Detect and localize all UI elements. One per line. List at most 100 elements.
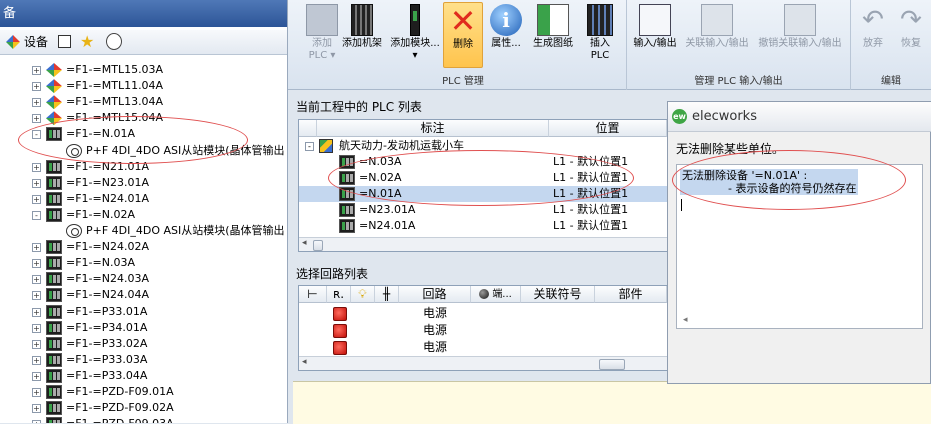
star-icon[interactable]: ★	[80, 32, 94, 51]
collapse-icon[interactable]: -	[305, 142, 314, 151]
expand-icon[interactable]: +	[32, 404, 41, 414]
expand-icon[interactable]: +	[32, 66, 41, 75]
tree-item[interactable]: P+F 4DI_4DO ASI从站模块(晶体管输出	[0, 143, 287, 159]
tree-item[interactable]: - =F1-=N.02A	[0, 207, 287, 223]
tree-item[interactable]: + =F1-=N.03A	[0, 255, 287, 271]
plc-rack-icon	[339, 187, 355, 201]
plc-rack-icon	[46, 417, 62, 423]
column-header-mark[interactable]: 标注	[317, 120, 549, 137]
scroll-left-icon[interactable]: ◂	[302, 238, 307, 248]
circuit-list[interactable]: ⊢ ʀ. 💡︎ ╫ 回路 端... 关联符号 部件 电源 电源 电源 ◂	[298, 285, 668, 371]
circuit-row[interactable]: 电源	[299, 322, 667, 339]
circuit-row[interactable]: 电源	[299, 339, 667, 356]
tree-item[interactable]: + =F1-=P34.01A	[0, 320, 287, 336]
plc-row[interactable]: =N.03A L1 - 默认位置1	[299, 154, 667, 170]
tree-item[interactable]: P+F 4DI_4DO ASI从站模块(晶体管输出	[0, 223, 287, 239]
tree-item[interactable]: + =F1-=P33.01A	[0, 304, 287, 320]
scrollbar-thumb[interactable]	[599, 359, 625, 370]
associate-io-button[interactable]: 关联输入/输出	[681, 2, 753, 70]
expand-icon[interactable]: +	[32, 291, 41, 301]
column-header-part[interactable]: 部件	[595, 286, 667, 303]
expand-icon[interactable]: +	[32, 355, 41, 365]
tree-item[interactable]: + =F1-=PZD-F09.01A	[0, 384, 287, 400]
plc-row[interactable]: =N24.01A L1 - 默认位置1	[299, 218, 667, 234]
expand-icon[interactable]: +	[32, 178, 41, 188]
tree-item-label: =F1-=PZD-F09.02A	[66, 401, 174, 415]
device-tab-label[interactable]: 设备	[24, 34, 48, 51]
redo-button[interactable]: ↷ 恢复	[893, 2, 929, 70]
plc-row[interactable]: =N23.01A L1 - 默认位置1	[299, 202, 667, 218]
column-header-circuit[interactable]: 回路	[399, 286, 471, 303]
add-module-button[interactable]: 添加模块... ▾	[388, 2, 442, 70]
tree-item[interactable]: + =F1-=PZD-F09.02A	[0, 400, 287, 416]
add-plc-button[interactable]: 添加 PLC ▾	[302, 2, 342, 70]
tree-item[interactable]: + =F1-=MTL13.04A	[0, 94, 287, 110]
tree-item[interactable]: + =F1-=MTL15.03A	[0, 62, 287, 78]
tree-item-label: =F1-=MTL15.03A	[66, 63, 164, 76]
expand-icon[interactable]: +	[32, 323, 41, 333]
filter-icon[interactable]	[106, 33, 122, 50]
status-error-icon	[333, 324, 347, 338]
tree-item[interactable]: + =F1-=N24.03A	[0, 271, 287, 287]
tree-item[interactable]: - =F1-=N.01A	[0, 126, 287, 142]
tree-item[interactable]: + =F1-=N21.01A	[0, 159, 287, 175]
expand-icon[interactable]: +	[32, 162, 41, 172]
ribbon-group-io: 输入/输出 关联输入/输出 撤销关联输入/输出 管理 PLC 输入/输出	[627, 0, 851, 90]
collapse-icon[interactable]: -	[32, 130, 41, 140]
tree-item[interactable]: + =F1-=N24.04A	[0, 287, 287, 303]
expand-icon[interactable]: +	[32, 194, 41, 204]
expand-icon[interactable]: +	[32, 371, 41, 381]
expand-icon[interactable]: +	[32, 259, 41, 269]
tree-item[interactable]: + =F1-=MTL11.04A	[0, 78, 287, 94]
tree-item[interactable]: +=F1-=PZD-F09.03A	[0, 416, 287, 423]
scrollbar-thumb[interactable]	[313, 240, 323, 251]
expand-icon[interactable]: +	[32, 339, 41, 349]
column-header-terminal[interactable]: ╫	[375, 286, 399, 303]
io-icon	[639, 4, 671, 36]
tree-item[interactable]: + =F1-=N24.02A	[0, 239, 287, 255]
circuit-row[interactable]: 电源	[299, 305, 667, 322]
properties-button[interactable]: i 属性...	[486, 2, 526, 70]
column-header-location[interactable]: 位置	[549, 120, 667, 137]
column-header-symbol[interactable]: 关联符号	[521, 286, 595, 303]
expand-icon[interactable]: +	[32, 275, 41, 285]
plc-row[interactable]: =N.01A L1 - 默认位置1	[299, 186, 667, 202]
tree-item[interactable]: + =F1-=P33.03A	[0, 352, 287, 368]
tree-item[interactable]: + =F1-=P33.02A	[0, 336, 287, 352]
delete-button[interactable]: ✕ 删除	[443, 2, 483, 68]
tree-item[interactable]: + =F1-=P33.04A	[0, 368, 287, 384]
expand-icon[interactable]: +	[32, 82, 41, 92]
dialog-title-bar[interactable]: ew elecworks	[668, 102, 931, 132]
save-icon[interactable]	[58, 35, 71, 48]
undo-button[interactable]: ↶ 放弃	[855, 2, 891, 70]
expand-icon[interactable]: +	[32, 243, 41, 253]
project-row[interactable]: - 航天动力-发动机运载小车	[299, 138, 667, 154]
location-icon	[46, 63, 62, 77]
io-button[interactable]: 输入/输出	[629, 2, 681, 70]
column-header-wire[interactable]: ⊢	[299, 286, 327, 303]
circuit-list-hscrollbar[interactable]: ◂	[299, 356, 667, 370]
expand-icon[interactable]: +	[32, 388, 41, 397]
properties-area	[293, 381, 931, 424]
plc-list-hscrollbar[interactable]: ◂	[299, 237, 667, 251]
expand-icon[interactable]: +	[32, 307, 41, 317]
scroll-left-icon[interactable]: ◂	[302, 357, 307, 367]
collapse-icon[interactable]: -	[32, 210, 41, 220]
scroll-left-icon[interactable]: ◂	[683, 315, 688, 325]
insert-plc-button[interactable]: 插入 PLC	[580, 2, 620, 70]
dialog-detail-text[interactable]: 无法删除设备 '=N.01A' : - 表示设备的符号仍然存在 ◂	[676, 164, 923, 329]
add-rack-button[interactable]: 添加机架	[340, 2, 384, 70]
tree-item[interactable]: + =F1-=MTL15.04A	[0, 110, 287, 126]
column-header-bulb[interactable]: 💡︎	[351, 286, 375, 303]
dissociate-io-button[interactable]: 撤销关联输入/输出	[753, 2, 847, 70]
plc-list[interactable]: 标注 位置 - 航天动力-发动机运载小车 =N.03A L1 - 默认位置1 =N.…	[298, 119, 668, 252]
column-header-flag[interactable]: ʀ.	[327, 286, 351, 303]
expand-icon[interactable]: +	[32, 98, 41, 108]
plc-row[interactable]: =N.02A L1 - 默认位置1	[299, 170, 667, 186]
column-header-end[interactable]: 端...	[471, 286, 521, 303]
expand-icon[interactable]: +	[32, 114, 41, 124]
generate-drawings-button[interactable]: 生成图纸	[528, 2, 578, 70]
tree-item[interactable]: + =F1-=N23.01A	[0, 175, 287, 191]
tree-item[interactable]: + =F1-=N24.01A	[0, 191, 287, 207]
tree-item-label: =F1-=N24.04A	[66, 288, 149, 302]
